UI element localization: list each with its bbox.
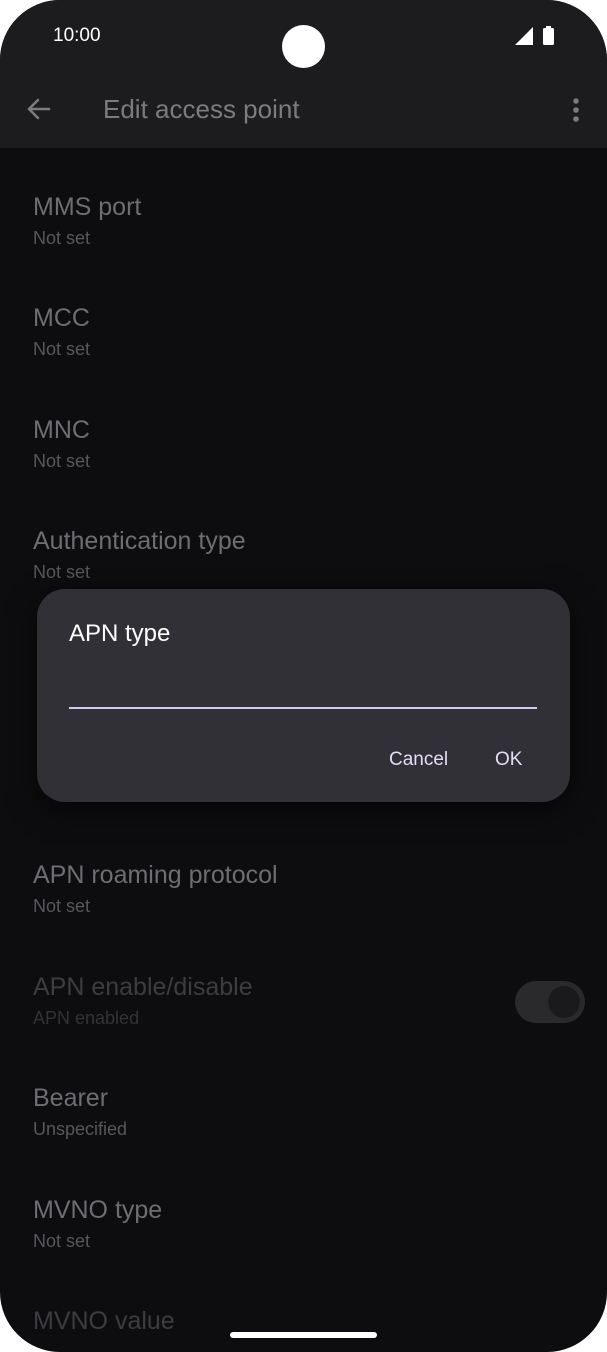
setting-title: MVNO value <box>33 1307 175 1335</box>
setting-mvno-type[interactable]: MVNO type Not set <box>33 1196 162 1252</box>
setting-summary: Not set <box>33 896 91 916</box>
app-bar <box>0 72 607 148</box>
setting-mms-port[interactable]: MMS port Not set <box>33 193 141 249</box>
setting-summary: Unspecified <box>33 1119 128 1139</box>
setting-summary: APN enabled <box>33 1008 140 1028</box>
signal-icon <box>515 27 533 45</box>
setting-title: APN roaming protocol <box>33 861 278 889</box>
status-time: 10:00 <box>53 25 101 46</box>
apn-type-input[interactable] <box>69 667 537 709</box>
setting-title: MVNO type <box>33 1196 163 1224</box>
back-arrow-icon[interactable] <box>25 96 51 122</box>
setting-title: Bearer <box>33 1084 109 1112</box>
dialog-title: APN type <box>69 620 171 647</box>
phone-screen: 10:00 Edit access point MMS port Not set… <box>0 0 607 1352</box>
setting-title: MNC <box>33 416 90 444</box>
setting-mvno-value[interactable]: MVNO value <box>33 1307 175 1336</box>
setting-title: APN enable/disable <box>33 973 253 1001</box>
ok-button[interactable]: OK <box>489 745 528 775</box>
home-indicator[interactable] <box>230 1332 377 1338</box>
apn-enable-toggle <box>515 981 585 1023</box>
setting-title: MMS port <box>33 193 142 221</box>
setting-summary: Not set <box>33 562 91 582</box>
setting-mcc[interactable]: MCC Not set <box>33 304 90 360</box>
setting-summary: Not set <box>33 451 91 471</box>
apn-type-dialog: APN type Cancel OK <box>37 589 570 802</box>
setting-authentication-type[interactable]: Authentication type Not set <box>33 527 246 583</box>
more-vert-icon[interactable] <box>566 97 586 123</box>
setting-mnc[interactable]: MNC Not set <box>33 416 90 472</box>
setting-summary: Not set <box>33 228 91 248</box>
status-bar: 10:00 <box>0 0 607 72</box>
toggle-knob <box>548 986 580 1018</box>
setting-apn-roaming-protocol[interactable]: APN roaming protocol Not set <box>33 861 278 917</box>
page-title: Edit access point <box>103 94 300 124</box>
setting-summary: Not set <box>33 339 91 359</box>
setting-summary: Not set <box>33 1231 91 1251</box>
setting-apn-enable: APN enable/disable APN enabled <box>33 973 253 1029</box>
battery-icon <box>543 26 554 45</box>
setting-bearer[interactable]: Bearer Unspecified <box>33 1084 127 1140</box>
setting-title: MCC <box>33 304 90 332</box>
camera-cutout <box>282 25 325 68</box>
setting-title: Authentication type <box>33 527 246 555</box>
cancel-button[interactable]: Cancel <box>383 745 454 775</box>
